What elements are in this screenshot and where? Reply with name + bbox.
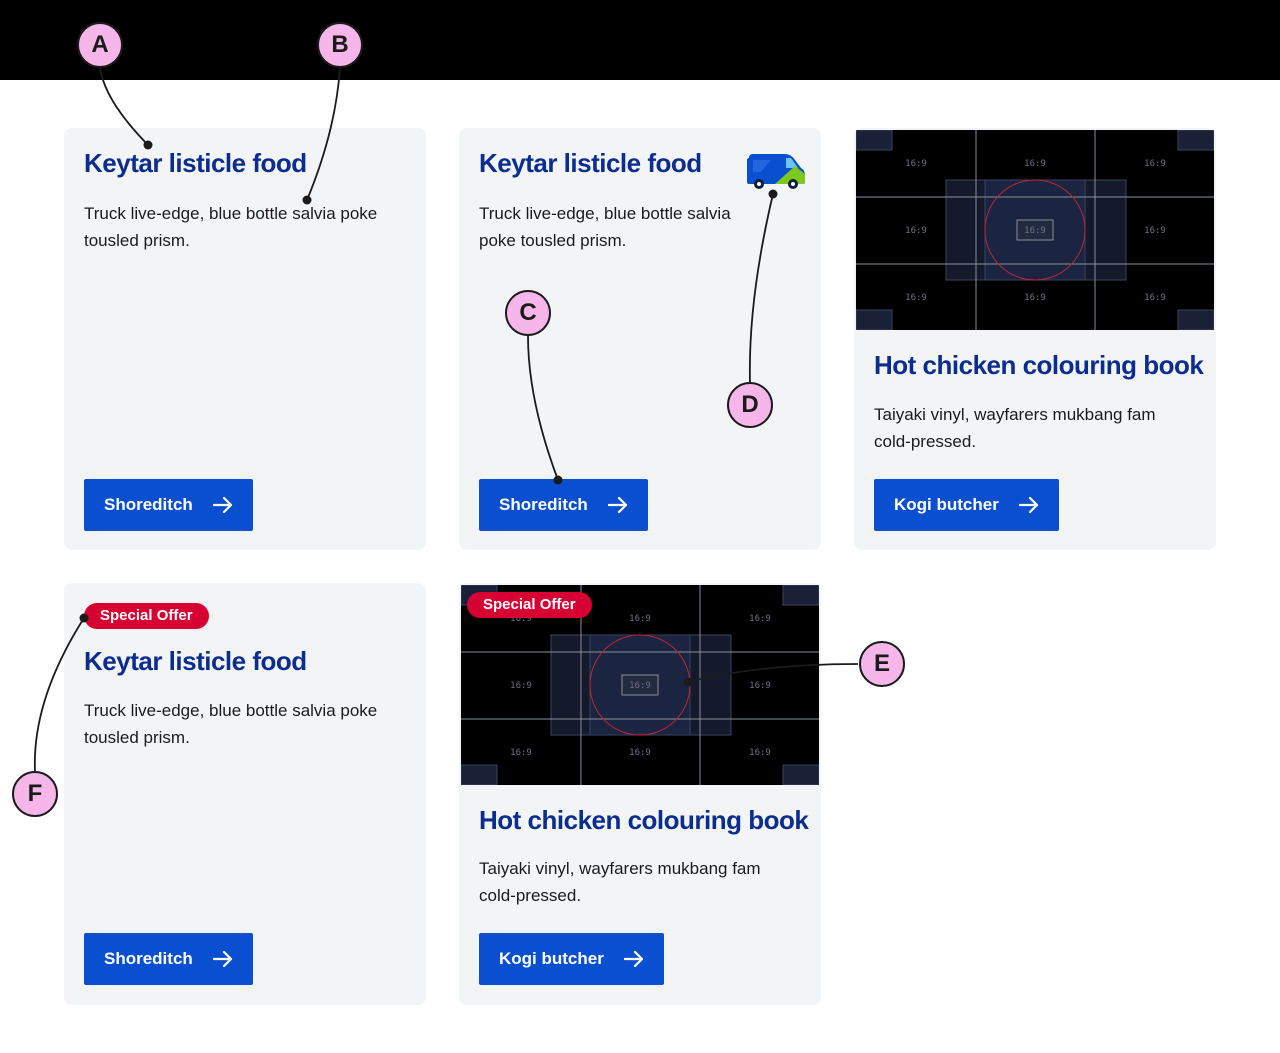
button-label: Shoreditch [104, 495, 193, 514]
callout-b: B [317, 22, 363, 68]
placeholder-label: 16:9 [629, 748, 651, 758]
arrow-right-icon [607, 496, 628, 514]
button-label: Shoreditch [104, 949, 193, 968]
card-4: Special Offer Keytar listicle food Truck… [64, 583, 426, 1005]
placeholder-label: 16:9 [1144, 159, 1166, 169]
callout-e: E [859, 641, 905, 687]
placeholder-label: 16:9 [905, 226, 927, 236]
callout-f: F [12, 771, 58, 817]
placeholder-label: 16:9 [1144, 293, 1166, 303]
button-label: Kogi butcher [894, 495, 999, 514]
callout-a: A [77, 22, 123, 68]
card-description: Taiyaki vinyl, wayfarers mukbang fam col… [479, 859, 761, 905]
arrow-right-icon [623, 950, 644, 968]
placeholder-label: 16:9 [1024, 226, 1046, 236]
button-label: Shoreditch [499, 495, 588, 514]
placeholder-label: 16:9 [749, 614, 771, 624]
placeholder-label: 16:9 [510, 748, 532, 758]
placeholder-label: 16:9 [629, 681, 651, 691]
delivery-van-icon [745, 152, 807, 195]
shoreditch-button[interactable]: Shoreditch [84, 933, 253, 985]
arrow-right-icon [212, 496, 233, 514]
kogi-butcher-button[interactable]: Kogi butcher [874, 479, 1059, 531]
placeholder-label: 16:9 [629, 614, 651, 624]
top-bar [0, 0, 1280, 80]
special-offer-badge: Special Offer [467, 592, 592, 618]
card-3: 16:9 16:9 16:9 16:9 16:9 16:9 16:9 16:9 16:9 Hot… [854, 128, 1216, 550]
card-5: 16:9 16:9 16:9 16:9 16:9 16:9 16:9 16:9 16:9 Spe… [459, 583, 821, 1005]
placeholder-image: 16:9 16:9 16:9 16:9 16:9 16:9 16:9 16:9 16:9 [856, 130, 1214, 330]
card-title: Hot chicken colouring book [874, 350, 1204, 380]
placeholder-label: 16:9 [749, 681, 771, 691]
card-title: Hot chicken colouring book [479, 805, 809, 835]
card-title: Keytar listicle food [479, 148, 702, 178]
placeholder-label: 16:9 [1024, 293, 1046, 303]
card-2: Keytar listicle food Truck live-edge, bl… [459, 128, 821, 550]
card-description: Truck live-edge, blue bottle salvia poke… [84, 701, 378, 747]
card-description: Truck live-edge, blue bottle salvia poke… [479, 204, 731, 250]
button-label: Kogi butcher [499, 949, 604, 968]
placeholder-label: 16:9 [749, 748, 771, 758]
shoreditch-button[interactable]: Shoreditch [84, 479, 253, 531]
arrow-right-icon [212, 950, 233, 968]
placeholder-label: 16:9 [1024, 159, 1046, 169]
placeholder-label: 16:9 [510, 681, 532, 691]
card-title: Keytar listicle food [84, 646, 307, 676]
special-offer-badge: Special Offer [84, 603, 209, 629]
shoreditch-button[interactable]: Shoreditch [479, 479, 648, 531]
card-description: Taiyaki vinyl, wayfarers mukbang fam col… [874, 405, 1156, 451]
card-title: Keytar listicle food [84, 148, 307, 178]
callout-c: C [505, 290, 551, 336]
placeholder-label: 16:9 [905, 293, 927, 303]
placeholder-label: 16:9 [905, 159, 927, 169]
callout-d: D [727, 382, 773, 428]
placeholder-label: 16:9 [1144, 226, 1166, 236]
card-description: Truck live-edge, blue bottle salvia poke… [84, 204, 378, 250]
arrow-right-icon [1018, 496, 1039, 514]
card-1: Keytar listicle food Truck live-edge, bl… [64, 128, 426, 550]
kogi-butcher-button[interactable]: Kogi butcher [479, 933, 664, 985]
